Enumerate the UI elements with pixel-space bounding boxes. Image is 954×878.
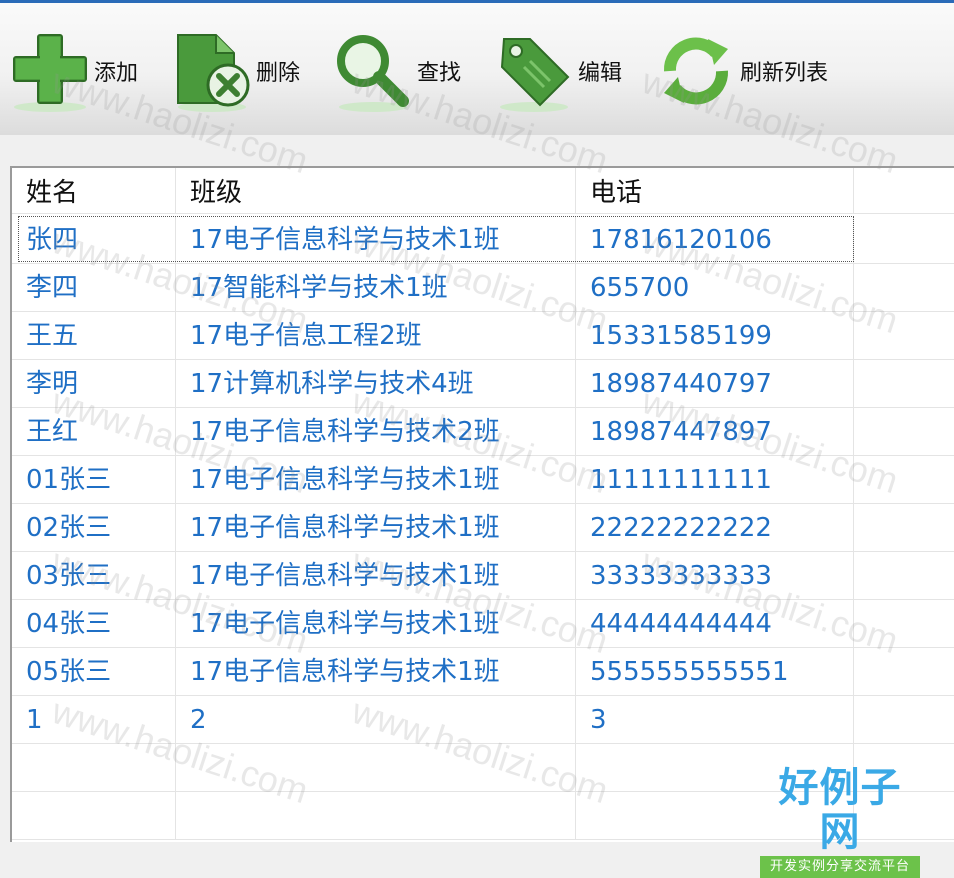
class-cell[interactable]: 17电子信息科学与技术1班 <box>176 456 576 504</box>
phone-cell[interactable]: 555555555551 <box>576 648 854 696</box>
delete-button[interactable]: 删除 <box>172 25 300 117</box>
filler-cell <box>854 216 954 264</box>
class-cell[interactable]: 17电子信息科学与技术1班 <box>176 504 576 552</box>
plus-icon <box>13 34 87 112</box>
name-cell[interactable]: 03张三 <box>12 552 176 600</box>
table-row[interactable]: 03张三 17电子信息科学与技术1班 33333333333 <box>12 552 954 600</box>
class-cell[interactable]: 2 <box>176 696 576 744</box>
filler-cell <box>854 552 954 600</box>
data-grid[interactable]: 姓名 班级 电话 张四 17电子信息科学与技术1班 17816120106 李四 17智… <box>10 166 954 842</box>
find-label: 查找 <box>417 61 462 86</box>
name-cell[interactable]: 王五 <box>12 312 176 360</box>
name-cell[interactable]: 李明 <box>12 360 176 408</box>
class-cell[interactable]: 17电子信息科学与技术1班 <box>176 552 576 600</box>
table-row[interactable]: 李四 17智能科学与技术1班 655700 <box>12 264 954 312</box>
filler-cell <box>854 600 954 648</box>
class-cell[interactable] <box>176 792 576 840</box>
logo-title: 好例子网 <box>778 766 902 854</box>
name-cell[interactable]: 04张三 <box>12 600 176 648</box>
phone-cell[interactable]: 17816120106 <box>576 216 854 264</box>
find-button[interactable]: 查找 <box>333 25 461 117</box>
table-row[interactable]: 王五 17电子信息工程2班 15331585199 <box>12 312 954 360</box>
name-cell[interactable]: 王红 <box>12 408 176 456</box>
filler-cell <box>854 648 954 696</box>
name-cell[interactable]: 01张三 <box>12 456 176 504</box>
phone-cell[interactable]: 44444444444 <box>576 600 854 648</box>
class-cell[interactable]: 17电子信息科学与技术1班 <box>176 216 576 264</box>
edit-button[interactable]: 编辑 <box>494 25 622 117</box>
filler-cell <box>854 504 954 552</box>
table-row[interactable]: 李明 17计算机科学与技术4班 18987440797 <box>12 360 954 408</box>
filler-cell <box>854 696 954 744</box>
class-cell[interactable]: 17电子信息科学与技术1班 <box>176 648 576 696</box>
table-row[interactable]: 05张三 17电子信息科学与技术1班 555555555551 <box>12 648 954 696</box>
phone-cell[interactable]: 655700 <box>576 264 854 312</box>
name-cell[interactable]: 1 <box>12 696 176 744</box>
class-cell[interactable]: 17电子信息工程2班 <box>176 312 576 360</box>
phone-cell[interactable]: 11111111111 <box>576 456 854 504</box>
add-button[interactable]: 添加 <box>10 25 138 117</box>
filler-cell <box>854 312 954 360</box>
name-cell[interactable]: 李四 <box>12 264 176 312</box>
delete-document-icon <box>177 34 250 112</box>
refresh-label: 刷新列表 <box>740 61 829 86</box>
phone-cell[interactable]: 22222222222 <box>576 504 854 552</box>
table-row[interactable]: 01张三 17电子信息科学与技术1班 11111111111 <box>12 456 954 504</box>
filler-cell <box>854 456 954 504</box>
site-logo: 好例子网 开发实例分享交流平台 <box>760 766 920 878</box>
name-cell[interactable] <box>12 744 176 792</box>
refresh-icon <box>663 37 729 105</box>
phone-cell[interactable]: 3 <box>576 696 854 744</box>
name-cell[interactable] <box>12 792 176 840</box>
phone-cell[interactable]: 18987440797 <box>576 360 854 408</box>
class-cell[interactable]: 17智能科学与技术1班 <box>176 264 576 312</box>
column-header-filler <box>854 168 954 214</box>
tag-icon <box>500 38 570 112</box>
table-row[interactable]: 02张三 17电子信息科学与技术1班 22222222222 <box>12 504 954 552</box>
delete-label: 删除 <box>256 61 301 86</box>
header-row: 姓名 班级 电话 <box>12 168 954 216</box>
filler-cell <box>854 360 954 408</box>
table-row[interactable]: 04张三 17电子信息科学与技术1班 44444444444 <box>12 600 954 648</box>
toolbar: 添加 删除 查找 编辑 刷新列表 <box>0 3 954 135</box>
column-header-phone[interactable]: 电话 <box>576 168 854 214</box>
filler-cell <box>854 408 954 456</box>
table-row[interactable]: 张四 17电子信息科学与技术1班 17816120106 <box>12 216 954 264</box>
phone-cell[interactable]: 15331585199 <box>576 312 854 360</box>
phone-cell[interactable]: 33333333333 <box>576 552 854 600</box>
phone-cell[interactable]: 18987447897 <box>576 408 854 456</box>
column-header-name[interactable]: 姓名 <box>12 168 176 214</box>
column-header-class[interactable]: 班级 <box>176 168 576 214</box>
table-row[interactable]: 123 <box>12 696 954 744</box>
name-cell[interactable]: 张四 <box>12 216 176 264</box>
add-label: 添加 <box>94 61 139 86</box>
name-cell[interactable]: 05张三 <box>12 648 176 696</box>
edit-label: 编辑 <box>578 61 623 86</box>
class-cell[interactable]: 17电子信息科学与技术2班 <box>176 408 576 456</box>
refresh-button[interactable]: 刷新列表 <box>656 25 828 117</box>
class-cell[interactable]: 17计算机科学与技术4班 <box>176 360 576 408</box>
class-cell[interactable]: 17电子信息科学与技术1班 <box>176 600 576 648</box>
table-row[interactable]: 王红 17电子信息科学与技术2班 18987447897 <box>12 408 954 456</box>
logo-subtitle: 开发实例分享交流平台 <box>760 856 920 878</box>
magnifier-icon <box>337 35 409 112</box>
class-cell[interactable] <box>176 744 576 792</box>
name-cell[interactable]: 02张三 <box>12 504 176 552</box>
filler-cell <box>854 264 954 312</box>
